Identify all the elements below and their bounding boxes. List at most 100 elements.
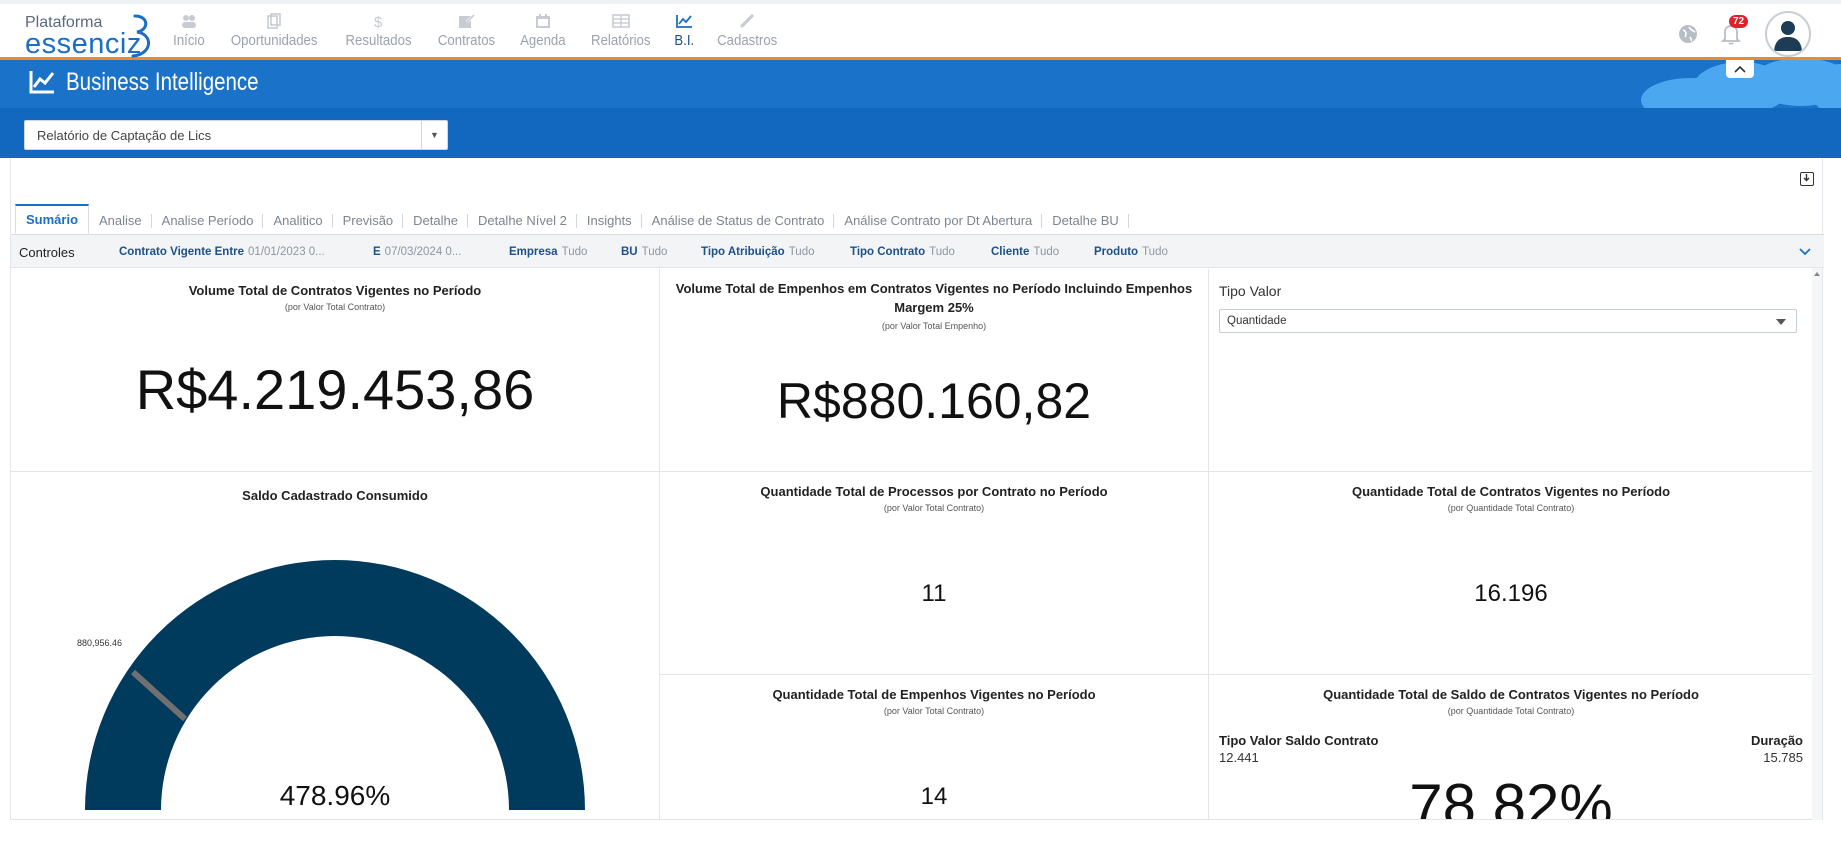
chevron-up-icon xyxy=(1734,65,1746,73)
nav-item-contratos[interactable]: Contratos xyxy=(425,12,508,56)
filter-contrato-vigente-entre[interactable]: Contrato Vigente Entre 01/01/2023 0... xyxy=(119,246,325,258)
report-select[interactable]: Relatório de Captação de Lics ▼ xyxy=(24,120,448,150)
filter-value: Tudo xyxy=(788,246,815,258)
tile-qtd-contratos[interactable]: Quantidade Total de Contratos Vigentes n… xyxy=(1209,472,1814,675)
tile-title: Volume Total de Empenhos em Contratos Vi… xyxy=(675,281,1193,315)
nav-label: Relatórios xyxy=(591,32,651,49)
export-icon[interactable] xyxy=(1800,172,1814,186)
chevron-down-icon[interactable] xyxy=(1798,244,1812,258)
right-kpi-label: Duração xyxy=(1750,733,1803,748)
main-nav: Início Oportunidades $ Resultados Contra… xyxy=(162,12,791,56)
filter-cliente[interactable]: Cliente Tudo xyxy=(991,246,1059,258)
table-icon xyxy=(611,12,631,30)
svg-text:$: $ xyxy=(374,14,383,29)
notification-count-badge: 72 xyxy=(1729,15,1749,28)
tab-analitico[interactable]: Analitico xyxy=(263,207,333,234)
filter-key: Contrato Vigente Entre xyxy=(119,246,245,258)
globe-icon[interactable] xyxy=(1679,25,1697,43)
notifications-button[interactable]: 72 xyxy=(1720,15,1749,45)
tile-subtitle: (por Valor Total Empenho) xyxy=(881,321,987,331)
tab-previsao[interactable]: Previsão xyxy=(333,207,404,234)
tile-qtd-empenhos[interactable]: Quantidade Total de Empenhos Vigentes no… xyxy=(660,675,1209,820)
tile-title: Quantidade Total de Empenhos Vigentes no… xyxy=(772,687,1096,702)
tile-value: 78.82% xyxy=(1409,772,1613,820)
vertical-scrollbar[interactable] xyxy=(1812,268,1822,820)
brand-swirl-icon xyxy=(131,14,150,58)
filter-value: Tudo xyxy=(641,246,668,258)
scroll-up-icon[interactable] xyxy=(1814,272,1820,276)
filter-e[interactable]: E 07/03/2024 0... xyxy=(373,246,461,258)
filter-empresa[interactable]: Empresa Tudo xyxy=(509,246,587,258)
nav-item-oportunidades[interactable]: Oportunidades xyxy=(216,12,332,56)
tile-volume-contratos[interactable]: Volume Total de Contratos Vigentes no Pe… xyxy=(11,269,660,472)
nav-item-resultados[interactable]: $ Resultados xyxy=(332,12,425,56)
tab-detalhe[interactable]: Detalhe xyxy=(403,207,468,234)
pencil-icon xyxy=(737,12,757,30)
line-chart-icon xyxy=(29,71,55,94)
tab-detalhe-bu[interactable]: Detalhe BU xyxy=(1042,207,1130,234)
page-title: Business Intelligence xyxy=(66,68,259,96)
tab-bar: Sumário Analise Analise Período Analitic… xyxy=(15,204,1130,234)
filter-produto[interactable]: Produto Tudo xyxy=(1094,246,1168,258)
tile-value: 11 xyxy=(921,580,947,607)
tile-qtd-processos[interactable]: Quantidade Total de Processos por Contra… xyxy=(660,472,1209,675)
filter-key: Tipo Contrato xyxy=(850,246,926,258)
users-icon xyxy=(179,12,199,30)
tile-subtitle: (por Quantidade Total Contrato) xyxy=(1447,503,1575,513)
tile-tipo-valor: Tipo Valor Quantidade xyxy=(1209,269,1814,472)
edit-icon xyxy=(457,12,477,30)
filter-key: BU xyxy=(621,246,638,258)
nav-item-cadastros[interactable]: Cadastros xyxy=(704,12,790,56)
tile-value: 16.196 xyxy=(1474,580,1548,607)
calendar-icon xyxy=(533,12,553,30)
filter-tipo-contrato[interactable]: Tipo Contrato Tudo xyxy=(850,246,955,258)
caret-down-icon[interactable]: ▼ xyxy=(421,121,447,149)
tab-analise-status-contrato[interactable]: Análise de Status de Contrato xyxy=(642,207,835,234)
tab-analise-periodo[interactable]: Analise Período xyxy=(152,207,264,234)
user-actions: 72 xyxy=(1679,11,1811,57)
tile-subtitle: (por Valor Total Contrato) xyxy=(883,503,985,513)
nav-item-bi[interactable]: B.I. xyxy=(664,12,705,56)
gauge-percent: 478.96% xyxy=(279,780,391,811)
tile-title: Quantidade Total de Saldo de Contratos V… xyxy=(1323,687,1699,702)
tipo-valor-label: Tipo Valor xyxy=(1219,283,1282,299)
tile-volume-empenhos[interactable]: Volume Total de Empenhos em Contratos Vi… xyxy=(660,269,1209,472)
gauge-chart xyxy=(85,560,585,810)
tile-title: Quantidade Total de Processos por Contra… xyxy=(760,484,1108,499)
caret-down-icon xyxy=(1776,319,1786,325)
avatar[interactable] xyxy=(1765,11,1811,57)
filter-tipo-atribuicao[interactable]: Tipo Atribuição Tudo xyxy=(701,246,815,258)
brand-line2: essenciz xyxy=(25,28,142,60)
brand-logo[interactable]: Plataforma essenciz xyxy=(25,10,155,60)
controls-bar[interactable]: Controles Contrato Vigente Entre 01/01/20… xyxy=(11,234,1824,268)
filter-value: Tudo xyxy=(1142,246,1168,258)
left-kpi-value: 12.441 xyxy=(1219,750,1259,765)
gauge-marker-label: 880,956.46 xyxy=(77,638,123,648)
filter-key: Produto xyxy=(1094,246,1139,258)
collapse-header-button[interactable] xyxy=(1726,60,1754,78)
gauge-arc xyxy=(85,560,585,810)
filter-bu[interactable]: BU Tudo xyxy=(621,246,667,258)
tile-subtitle: (por Valor Total Contrato) xyxy=(883,706,985,716)
tipo-valor-select[interactable]: Quantidade xyxy=(1219,309,1797,333)
nav-label: B.I. xyxy=(673,32,694,49)
tile-title: Volume Total de Contratos Vigentes no Pe… xyxy=(188,283,482,298)
tile-subtitle: (por Quantidade Total Contrato) xyxy=(1447,706,1575,716)
top-navbar: Plataforma essenciz Início Oportunidades xyxy=(0,0,1841,60)
tab-sumario[interactable]: Sumário xyxy=(15,204,90,234)
tab-analise[interactable]: Analise xyxy=(89,207,152,234)
nav-item-inicio[interactable]: Início xyxy=(162,12,216,56)
right-kpi-value: 15.785 xyxy=(1763,750,1803,765)
filter-value: 01/01/2023 0... xyxy=(248,246,325,258)
tab-detalhe-nivel-2[interactable]: Detalhe Nível 2 xyxy=(468,207,577,234)
tile-qtd-saldo[interactable]: Quantidade Total de Saldo de Contratos V… xyxy=(1209,675,1814,820)
tab-insights[interactable]: Insights xyxy=(577,207,642,234)
nav-label: Cadastros xyxy=(717,32,778,49)
tile-saldo-consumido[interactable]: Saldo Cadastrado Consumido 880,956.46 47… xyxy=(11,472,660,820)
tile-title: Saldo Cadastrado Consumido xyxy=(242,488,428,503)
nav-label: Agenda xyxy=(520,32,566,49)
tab-analise-contrato-dt-abertura[interactable]: Análise Contrato por Dt Abertura xyxy=(834,207,1043,234)
tile-value: R$4.219.453,86 xyxy=(135,358,535,421)
nav-item-relatorios[interactable]: Relatórios xyxy=(578,12,664,56)
nav-item-agenda[interactable]: Agenda xyxy=(508,12,578,56)
